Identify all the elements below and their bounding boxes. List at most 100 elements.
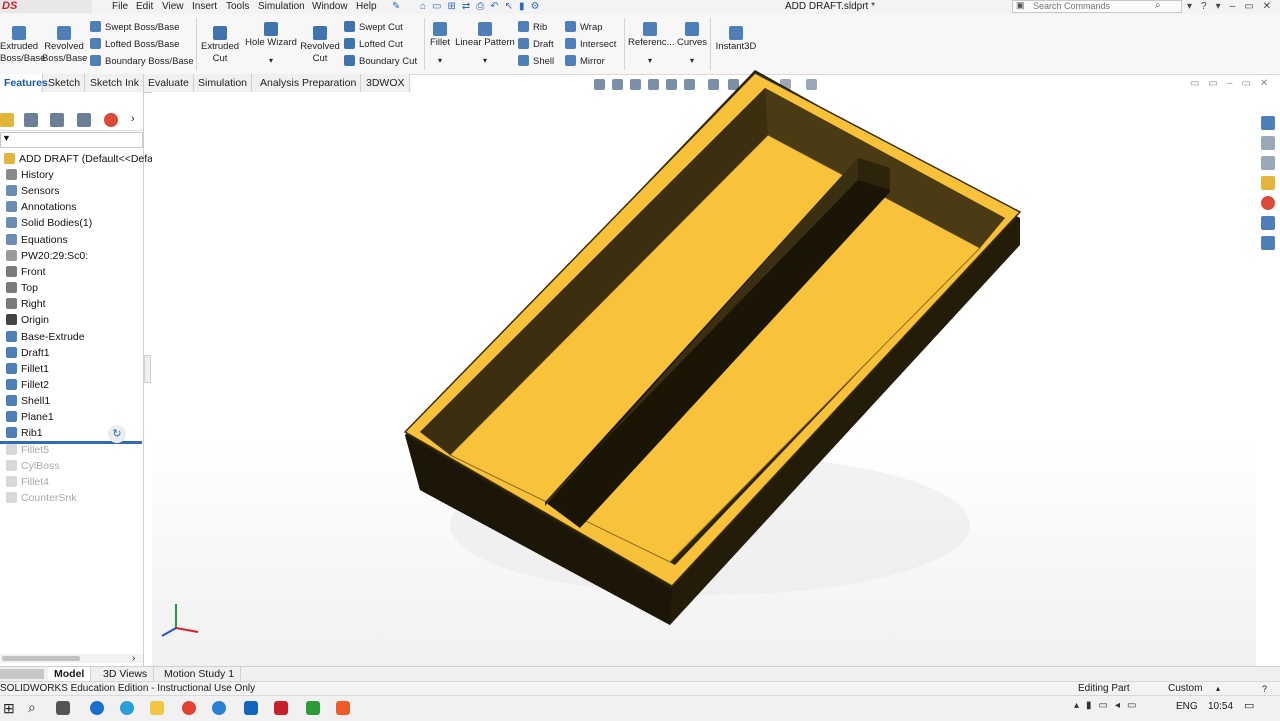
swept-cut-button[interactable]: Swept Cut (344, 21, 417, 35)
language-indicator[interactable]: ENG (1176, 701, 1198, 712)
curves-dropdown-icon[interactable]: ▾ (676, 55, 708, 67)
tree-root[interactable]: ADD DRAFT (Default<<Defau (4, 152, 159, 167)
fillet-dropdown-icon[interactable]: ▾ (428, 55, 452, 67)
onedrive-icon[interactable] (212, 701, 226, 715)
status-help-icon[interactable]: ? (1262, 682, 1267, 696)
linear-pattern-dropdown-icon[interactable]: ▾ (454, 55, 516, 67)
forum-icon[interactable] (1261, 236, 1275, 250)
boundary-boss-button[interactable]: Boundary Boss/Base (90, 55, 194, 69)
menu-tools[interactable]: Tools (226, 0, 249, 14)
home-icon[interactable] (1261, 116, 1275, 130)
tree-item-draft1[interactable]: Draft1 (6, 346, 50, 361)
tree-item-rib1[interactable]: Rib1 (6, 426, 43, 441)
appearances-icon[interactable] (1261, 196, 1275, 210)
camtasia-icon[interactable] (306, 701, 320, 715)
rib-button[interactable]: Rib (518, 21, 554, 35)
tab-features[interactable]: Features (0, 74, 48, 92)
tree-item-pw20-29-sc0[interactable]: PW20:29:Sc0: (6, 249, 88, 264)
tab-sketch-ink[interactable]: Sketch Ink (86, 74, 145, 92)
scroll-right-icon[interactable]: › (132, 653, 135, 664)
tab-evaluate[interactable]: Evaluate (144, 74, 194, 92)
tree-item-fillet2[interactable]: Fillet2 (6, 378, 49, 393)
chrome-icon[interactable] (182, 701, 196, 715)
tree-item-equations[interactable]: Equations (6, 233, 68, 248)
feature-tree-icon[interactable] (0, 113, 14, 127)
extruded-cut-button[interactable]: Extruded Cut (200, 26, 240, 65)
search-scope-icon[interactable]: ▣ (1016, 0, 1025, 11)
suppressed-item-countersnk[interactable]: CounterSnk (6, 491, 76, 506)
tree-item-shell1[interactable]: Shell1 (6, 394, 50, 409)
revolved-cut-button[interactable]: Revolved Cut (300, 26, 340, 65)
draft-button[interactable]: Draft (518, 38, 554, 52)
feature-filter-input[interactable]: ▼ (0, 132, 143, 148)
tab-analysis-preparation[interactable]: Analysis Preparation (256, 74, 362, 92)
instant3d-button[interactable]: Instant3D (714, 26, 758, 53)
notifications-icon[interactable]: ▭ (1244, 699, 1254, 712)
tree-item-solid-bodies-1[interactable]: Solid Bodies(1) (6, 216, 92, 231)
suppressed-item-fillet5[interactable]: Fillet5 (6, 443, 49, 458)
suppressed-item-fillet4[interactable]: Fillet4 (6, 475, 49, 490)
outlook-icon[interactable] (244, 701, 258, 715)
tab-simulation[interactable]: Simulation (194, 74, 253, 92)
feature-tree-scrollbar[interactable] (0, 654, 143, 663)
boundary-cut-button[interactable]: Boundary Cut (344, 55, 417, 69)
mirror-button[interactable]: Mirror (565, 55, 616, 69)
ie-icon[interactable] (120, 701, 134, 715)
tab-3d-views[interactable]: 3D Views (97, 667, 155, 681)
tree-item-top[interactable]: Top (6, 281, 38, 296)
search-icon[interactable]: ⌕ (28, 699, 36, 716)
shell-button[interactable]: Shell (518, 55, 554, 69)
custom-properties-icon[interactable] (1261, 216, 1275, 230)
suppressed-item-cylboss[interactable]: CylBoss (6, 459, 60, 474)
intersect-button[interactable]: Intersect (565, 38, 616, 52)
tab-motion-study[interactable]: Motion Study 1 (158, 667, 242, 681)
chevron-right-icon[interactable]: › (131, 113, 135, 125)
lofted-cut-button[interactable]: Lofted Cut (344, 38, 417, 52)
units-dropdown-icon[interactable]: ▴ (1216, 682, 1220, 696)
hole-wizard-dropdown-icon[interactable]: ▾ (244, 55, 298, 67)
tree-item-history[interactable]: History (6, 168, 54, 183)
search-commands-field[interactable]: ▣ Search Commands ⌕ (1012, 0, 1182, 13)
scrollbar-thumb[interactable] (2, 656, 80, 661)
menu-view[interactable]: View (162, 0, 184, 14)
menu-file[interactable]: File (112, 0, 128, 14)
window-controls[interactable]: ▾?▾–▭✕ (1187, 0, 1280, 13)
resources-icon[interactable] (1261, 136, 1275, 150)
tree-item-plane1[interactable]: Plane1 (6, 410, 54, 425)
tree-item-origin[interactable]: Origin (6, 313, 49, 328)
tab-sketch[interactable]: Sketch (44, 74, 86, 92)
clock[interactable]: 10:54 (1208, 701, 1233, 712)
tab-scroll-arrows[interactable] (0, 669, 44, 679)
configuration-manager-icon[interactable] (50, 113, 64, 127)
file-explorer-icon[interactable] (150, 701, 164, 715)
viewport-window-controls[interactable]: ▭▭–▭✕ (1190, 78, 1277, 89)
tree-item-front[interactable]: Front (6, 265, 46, 280)
search-icon[interactable]: ⌕ (1155, 0, 1161, 11)
menu-edit[interactable]: Edit (136, 0, 153, 14)
file-explorer-icon[interactable] (1261, 176, 1275, 190)
part-model-view[interactable] (380, 70, 1080, 660)
reference-dropdown-icon[interactable]: ▾ (628, 55, 672, 67)
tab-model[interactable]: Model (48, 667, 92, 681)
property-manager-icon[interactable] (24, 113, 38, 127)
solidworks-logo[interactable]: DS SOLIDWORKS (0, 0, 92, 26)
lofted-boss-button[interactable]: Lofted Boss/Base (90, 38, 194, 52)
quick-access-icons[interactable]: ⌂▭⊞⇄⎙↶↖▮⚙ (420, 1, 545, 12)
revolved-boss-button[interactable]: Revolved Boss/Base (42, 26, 87, 65)
edge-icon[interactable] (90, 701, 104, 715)
fillet-button[interactable]: Fillet ▾ (428, 22, 452, 67)
menu-window[interactable]: Window (312, 0, 348, 14)
task-view-icon[interactable] (56, 701, 70, 715)
windows-start-icon[interactable]: ⊞ (3, 700, 15, 716)
reference-geometry-button[interactable]: Referenc... ▾ (628, 22, 674, 67)
curves-button[interactable]: Curves ▾ (676, 22, 708, 67)
tree-item-sensors[interactable]: Sensors (6, 184, 60, 199)
swept-boss-button[interactable]: Swept Boss/Base (90, 21, 194, 35)
tree-item-right[interactable]: Right (6, 297, 46, 312)
tree-item-annotations[interactable]: Annotations (6, 200, 76, 215)
display-manager-icon[interactable] (104, 113, 118, 127)
hole-wizard-button[interactable]: Hole Wizard ▾ (244, 22, 298, 67)
tree-item-base-extrude[interactable]: Base-Extrude (6, 330, 85, 345)
units-selector[interactable]: Custom (1168, 682, 1202, 696)
pin-icon[interactable]: ✎ (392, 1, 400, 12)
